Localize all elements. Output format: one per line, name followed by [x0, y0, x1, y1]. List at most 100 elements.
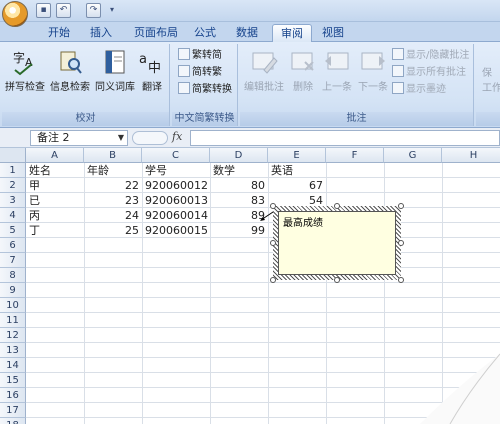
name-box-dropdown-icon[interactable]: ▼	[116, 132, 126, 144]
comment-body[interactable]: 最高成绩	[278, 211, 396, 275]
row-header-7[interactable]: 7	[0, 253, 26, 268]
spell-check-label: 拼写检查	[5, 82, 45, 93]
row-header-11[interactable]: 11	[0, 313, 26, 328]
simplified-to-traditional-button[interactable]: 简转繁	[178, 65, 222, 80]
edit-comment-button[interactable]: 编辑批注	[244, 48, 284, 93]
tab-formulas[interactable]: 公式	[186, 24, 224, 42]
row-header-8[interactable]: 8	[0, 268, 26, 283]
column-header-a[interactable]: A	[26, 148, 84, 163]
row-header-1[interactable]: 1	[0, 163, 26, 178]
office-button[interactable]	[2, 1, 28, 27]
protect-button[interactable]: 保 工作	[482, 64, 500, 94]
row-header-16[interactable]: 16	[0, 388, 26, 403]
previous-comment-button[interactable]: 上一条	[320, 48, 354, 93]
insert-function-icon[interactable]: fx	[172, 130, 182, 143]
cell-a1[interactable]: 姓名	[26, 163, 84, 178]
cell-a3[interactable]: 已	[26, 193, 84, 208]
show-all-comments-button[interactable]: 显示所有批注	[392, 65, 466, 80]
row-header-3[interactable]: 3	[0, 193, 26, 208]
comment-text[interactable]: 最高成绩	[283, 214, 323, 229]
tab-home[interactable]: 开始	[40, 24, 78, 42]
resize-handle-bottom[interactable]	[334, 277, 340, 283]
cell-d3[interactable]: 83	[210, 193, 268, 208]
cell-c4[interactable]: 920060014	[142, 208, 210, 223]
column-header-b[interactable]: B	[84, 148, 142, 163]
column-header-g[interactable]: G	[384, 148, 442, 163]
chinese-conversion-group-label: 中文简繁转换	[172, 112, 237, 126]
row-header-2[interactable]: 2	[0, 178, 26, 193]
cell-b3[interactable]: 23	[84, 193, 142, 208]
cell-d1[interactable]: 数学	[210, 163, 268, 178]
formula-input[interactable]	[190, 130, 500, 146]
delete-label: 删除	[293, 82, 313, 93]
cell-a2[interactable]: 甲	[26, 178, 84, 193]
row-header-14[interactable]: 14	[0, 358, 26, 373]
select-all-corner[interactable]	[0, 148, 26, 163]
cell-comment-box[interactable]: 最高成绩	[270, 203, 404, 283]
cell-c1[interactable]: 学号	[142, 163, 210, 178]
row-header-18[interactable]: 18	[0, 418, 26, 424]
resize-handle-left[interactable]	[270, 240, 276, 246]
resize-handle-top-right[interactable]	[398, 203, 404, 209]
cell-e2[interactable]: 67	[268, 178, 326, 193]
resize-handle-bottom-left[interactable]	[270, 277, 276, 283]
cell-c2[interactable]: 920060012	[142, 178, 210, 193]
row-header-10[interactable]: 10	[0, 298, 26, 313]
cell-d5[interactable]: 99	[210, 223, 268, 238]
changes-group-label	[476, 112, 500, 126]
show-all-comments-icon	[392, 65, 404, 77]
row-header-9[interactable]: 9	[0, 283, 26, 298]
traditional-to-simplified-button[interactable]: 繁转简	[178, 48, 222, 63]
row-header-6[interactable]: 6	[0, 238, 26, 253]
show-hide-comment-button[interactable]: 显示/隐藏批注	[392, 48, 469, 63]
name-box[interactable]: 备注 2 ▼	[30, 130, 128, 146]
cell-b1[interactable]: 年龄	[84, 163, 142, 178]
edit-comment-label: 编辑批注	[244, 82, 284, 93]
redo-icon[interactable]: ↷	[86, 3, 101, 18]
cell-c5[interactable]: 920060015	[142, 223, 210, 238]
thesaurus-button[interactable]: 同义词库	[94, 48, 136, 93]
cell-b4[interactable]: 24	[84, 208, 142, 223]
resize-handle-top[interactable]	[334, 203, 340, 209]
ribbon: 字 A 拼写检查 信息检索 同义词库 a 中 翻译 校对 繁转简 简转繁 简繁转…	[0, 42, 500, 128]
cell-e1[interactable]: 英语	[268, 163, 326, 178]
show-ink-button[interactable]: 显示墨迹	[392, 82, 446, 97]
cell-b2[interactable]: 22	[84, 178, 142, 193]
column-header-f[interactable]: F	[326, 148, 384, 163]
tab-data[interactable]: 数据	[228, 24, 266, 42]
row-header-5[interactable]: 5	[0, 223, 26, 238]
resize-handle-right[interactable]	[398, 240, 404, 246]
cell-d2[interactable]: 80	[210, 178, 268, 193]
save-icon[interactable]: ▪	[36, 3, 51, 18]
tab-page-layout[interactable]: 页面布局	[126, 24, 186, 42]
chinese-conversion-button[interactable]: 简繁转换	[178, 82, 232, 97]
proofing-group-label: 校对	[2, 112, 169, 126]
row-header-15[interactable]: 15	[0, 373, 26, 388]
tab-insert[interactable]: 插入	[82, 24, 120, 42]
resize-handle-bottom-right[interactable]	[398, 277, 404, 283]
tab-view[interactable]: 视图	[314, 24, 352, 42]
resize-handle-top-left[interactable]	[270, 203, 276, 209]
row-header-17[interactable]: 17	[0, 403, 26, 418]
cell-c3[interactable]: 920060013	[142, 193, 210, 208]
next-comment-button[interactable]: 下一条	[356, 48, 390, 93]
customize-quick-access-icon[interactable]: ▾	[110, 5, 114, 14]
column-header-e[interactable]: E	[268, 148, 326, 163]
tab-review[interactable]: 审阅	[272, 24, 312, 42]
formula-bar-handle[interactable]	[132, 131, 168, 145]
spell-check-button[interactable]: 字 A 拼写检查	[4, 48, 46, 93]
column-header-h[interactable]: H	[442, 148, 500, 163]
translate-button[interactable]: a 中 翻译	[136, 48, 168, 93]
row-header-13[interactable]: 13	[0, 343, 26, 358]
delete-comment-button[interactable]: 删除	[288, 48, 318, 93]
row-header-12[interactable]: 12	[0, 328, 26, 343]
column-header-d[interactable]: D	[210, 148, 268, 163]
translate-label: 翻译	[142, 82, 162, 93]
column-header-c[interactable]: C	[142, 148, 210, 163]
undo-icon[interactable]: ↶	[56, 3, 71, 18]
row-header-4[interactable]: 4	[0, 208, 26, 223]
cell-a4[interactable]: 丙	[26, 208, 84, 223]
cell-b5[interactable]: 25	[84, 223, 142, 238]
cell-a5[interactable]: 丁	[26, 223, 84, 238]
research-button[interactable]: 信息检索	[48, 48, 92, 93]
